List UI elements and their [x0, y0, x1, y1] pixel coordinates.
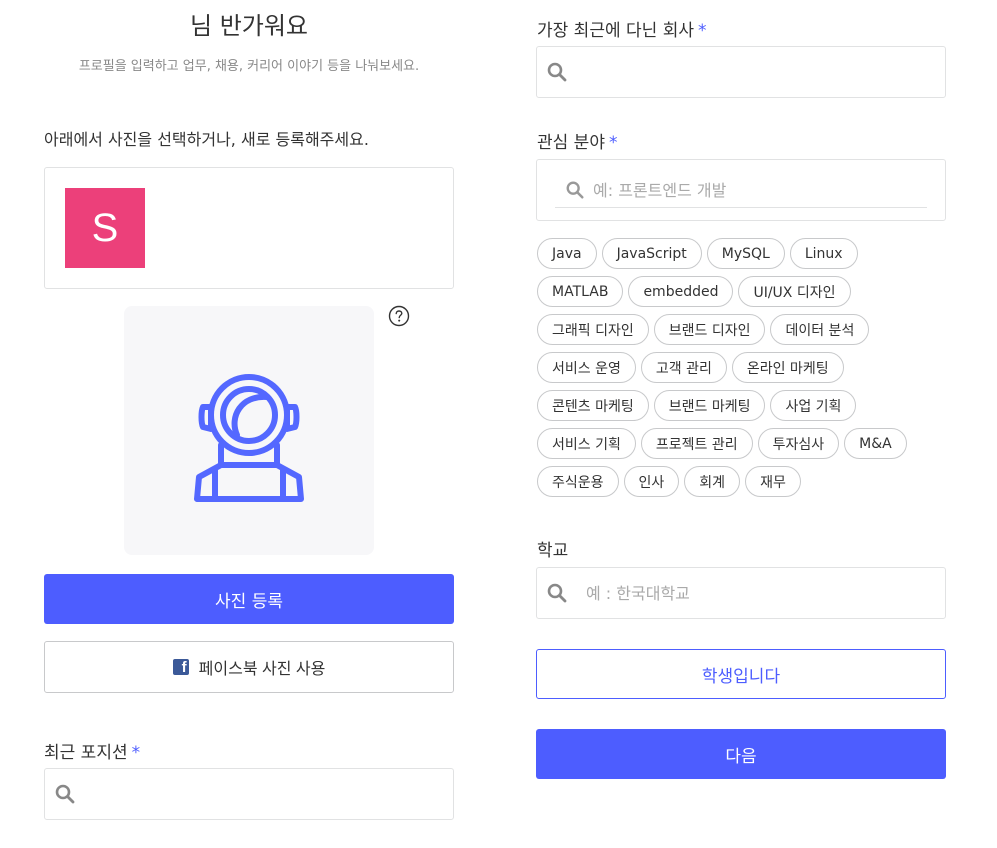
search-icon — [55, 784, 75, 804]
interest-tag[interactable]: 고객 관리 — [640, 352, 727, 383]
interest-tag[interactable]: MATLAB — [537, 276, 624, 307]
position-input[interactable] — [84, 784, 444, 804]
interest-tag[interactable]: 재무 — [745, 466, 801, 497]
page-title: 님 반가워요 — [189, 12, 309, 40]
interest-tag[interactable]: 사업 기획 — [770, 390, 857, 421]
interest-tag[interactable]: 온라인 마케팅 — [731, 352, 844, 383]
school-search-box[interactable] — [536, 567, 946, 619]
interest-tag[interactable]: 회계 — [684, 466, 741, 497]
photo-instruction: 아래에서 사진을 선택하거나, 새로 등록해주세요. — [44, 130, 369, 149]
interest-tag[interactable]: M&A — [844, 428, 907, 459]
facebook-glyph: f — [181, 659, 187, 675]
question-circle-icon[interactable] — [388, 305, 410, 327]
position-search-box[interactable] — [44, 768, 454, 820]
avatar-option[interactable]: S — [65, 188, 145, 268]
company-label-text: 가장 최근에 다닌 회사 — [537, 21, 694, 41]
default-avatar-card[interactable] — [124, 306, 374, 555]
interest-tag[interactable]: 서비스 기획 — [537, 428, 636, 459]
page-subtitle: 프로필을 입력하고 업무, 채용, 커리어 이야기 등을 나눠보세요. — [78, 59, 420, 74]
facebook-icon: f — [172, 659, 189, 675]
interest-tag[interactable]: embedded — [628, 276, 734, 307]
interest-tag-list: Java JavaScript MySQL Linux MATLAB embedded UI… — [537, 238, 947, 497]
position-label-text: 최근 포지션 — [44, 743, 128, 763]
facebook-photo-label: 페이스북 사진 사용 — [198, 661, 326, 678]
interest-tag[interactable]: 프로젝트 관리 — [640, 428, 753, 459]
interest-tag[interactable]: Java — [537, 238, 597, 269]
required-mark: * — [131, 743, 141, 763]
student-button[interactable]: 학생입니다 — [536, 649, 946, 699]
search-icon — [547, 583, 567, 603]
required-mark: * — [608, 133, 618, 153]
company-input[interactable] — [576, 62, 936, 82]
avatar-letter: S — [91, 205, 119, 250]
astronaut-icon — [194, 373, 304, 502]
interest-tag[interactable]: Linux — [789, 238, 858, 269]
interest-label-text: 관심 분야 — [537, 133, 605, 153]
interest-tag[interactable]: 브랜드 마케팅 — [653, 390, 766, 421]
interest-tag[interactable]: 콘텐츠 마케팅 — [537, 390, 649, 421]
interest-tag[interactable]: 브랜드 디자인 — [653, 314, 766, 345]
interest-tag[interactable]: 투자심사 — [757, 428, 840, 459]
school-input[interactable] — [586, 583, 926, 603]
interest-tag[interactable]: 그래픽 디자인 — [537, 314, 649, 345]
interest-tag[interactable]: JavaScript — [601, 238, 702, 269]
school-label: 학교 — [537, 541, 569, 561]
interest-input[interactable] — [593, 180, 913, 200]
search-icon — [547, 62, 567, 82]
facebook-photo-button[interactable]: f 페이스북 사진 사용 — [44, 641, 454, 693]
required-mark: * — [697, 21, 707, 41]
interest-search-box — [536, 159, 946, 221]
upload-photo-button[interactable]: 사진 등록 — [44, 574, 454, 624]
interest-tag[interactable]: 서비스 운영 — [537, 352, 636, 383]
interest-tag[interactable]: 인사 — [623, 466, 680, 497]
position-label: 최근 포지션 * — [44, 738, 140, 763]
next-button[interactable]: 다음 — [536, 729, 946, 779]
interest-tag[interactable]: MySQL — [706, 238, 785, 269]
company-search-box[interactable] — [536, 46, 946, 98]
interest-tag[interactable]: 주식운용 — [537, 466, 619, 497]
company-label: 가장 최근에 다닌 회사 * — [537, 16, 706, 41]
interest-tag[interactable]: UI/UX 디자인 — [738, 276, 851, 307]
search-icon — [566, 181, 584, 199]
interest-search-field[interactable] — [555, 173, 927, 208]
interest-tag[interactable]: 데이터 분석 — [770, 314, 870, 345]
photo-options: S — [44, 167, 454, 289]
interest-label: 관심 분야 * — [537, 128, 617, 153]
